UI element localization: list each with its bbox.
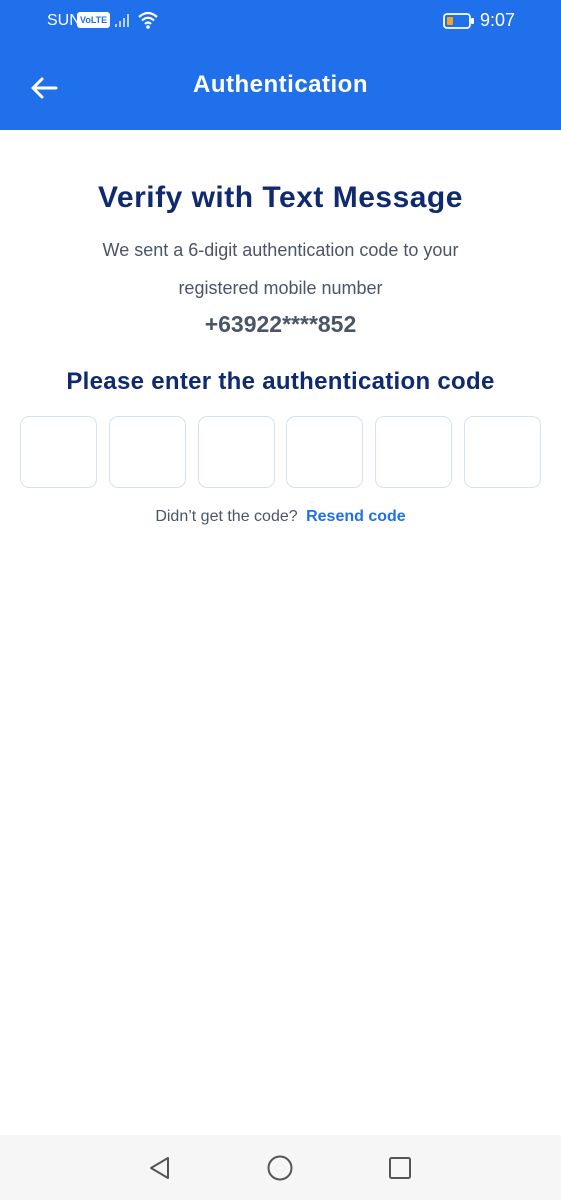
verify-heading: Verify with Text Message bbox=[98, 181, 463, 214]
app-bar: Authentication bbox=[0, 44, 561, 130]
nav-back-button[interactable] bbox=[144, 1152, 176, 1184]
screen: SUN VoLTE 9:07 Authentication Verify wit… bbox=[0, 0, 561, 1200]
resend-row: Didn’t get the code? Resend code bbox=[0, 508, 561, 526]
nav-recents-button[interactable] bbox=[384, 1152, 416, 1184]
system-nav-bar bbox=[0, 1135, 561, 1200]
top-bar: SUN VoLTE 9:07 Authentication bbox=[0, 0, 561, 130]
description-line-2: registered mobile number bbox=[178, 278, 383, 298]
description-line-1: We sent a 6-digit authentication code to… bbox=[102, 240, 459, 260]
resend-question: Didn’t get the code? bbox=[155, 508, 298, 525]
otp-digit-6[interactable] bbox=[463, 416, 541, 488]
otp-input-group bbox=[20, 416, 541, 489]
otp-digit-4[interactable] bbox=[286, 416, 364, 488]
masked-phone-number: +63922****852 bbox=[204, 311, 357, 337]
page-title: Authentication bbox=[193, 71, 368, 98]
clock: 9:07 bbox=[480, 10, 516, 30]
status-bar: SUN VoLTE 9:07 bbox=[0, 0, 561, 44]
wifi-icon bbox=[138, 11, 158, 29]
carrier-label: SUN bbox=[47, 12, 81, 29]
nav-home-button[interactable] bbox=[264, 1152, 296, 1184]
otp-digit-5[interactable] bbox=[375, 416, 453, 488]
resend-code-link[interactable]: Resend code bbox=[306, 508, 406, 525]
back-triangle-icon bbox=[150, 1157, 169, 1179]
battery-icon bbox=[443, 13, 474, 29]
otp-digit-3[interactable] bbox=[197, 416, 275, 488]
volte-badge: VoLTE bbox=[77, 12, 111, 28]
otp-digit-2[interactable] bbox=[108, 416, 186, 488]
signal-icon bbox=[115, 14, 129, 27]
otp-digit-1[interactable] bbox=[20, 416, 97, 488]
home-circle-icon bbox=[267, 1155, 293, 1181]
recents-square-icon bbox=[389, 1157, 411, 1179]
code-prompt: Please enter the authentication code bbox=[66, 368, 495, 395]
